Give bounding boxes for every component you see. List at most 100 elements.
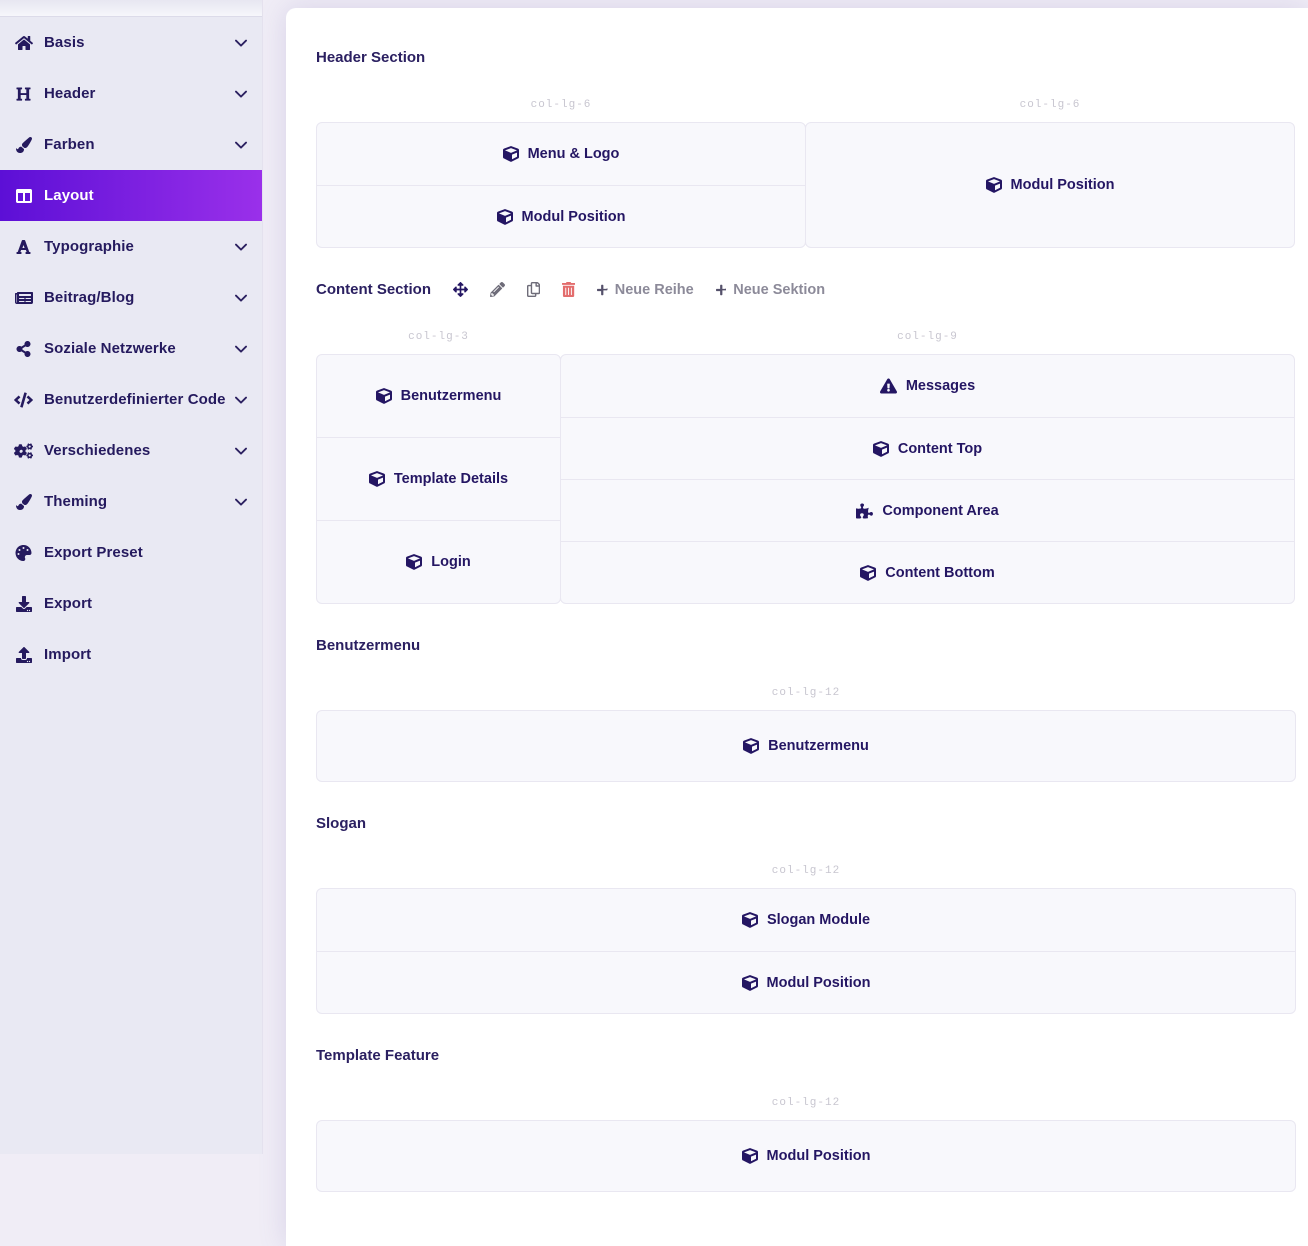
column-box: Modul Position bbox=[316, 1120, 1296, 1192]
layout-row: col-lg-12 Benutzermenu bbox=[316, 687, 1296, 782]
module-label: Messages bbox=[906, 378, 975, 394]
sidebar-item-farben[interactable]: Farben bbox=[0, 119, 262, 170]
section-benutzermenu: Benutzermenu col-lg-12 Benutzermenu bbox=[316, 634, 1296, 782]
column-box: Modul Position bbox=[805, 122, 1295, 248]
module-label: Modul Position bbox=[1011, 177, 1115, 193]
trash-icon[interactable] bbox=[562, 282, 575, 297]
module-cell: Modul Position bbox=[317, 185, 805, 247]
module-label: Modul Position bbox=[522, 209, 626, 225]
layout-column: col-lg-9 Messages Content Top Compone bbox=[560, 331, 1295, 604]
copy-icon[interactable] bbox=[527, 282, 540, 297]
columns-icon bbox=[10, 188, 37, 204]
sidebar-item-import[interactable]: Import bbox=[0, 629, 262, 680]
chevron-down-icon bbox=[234, 495, 248, 509]
module-cell: Benutzermenu bbox=[317, 711, 1295, 781]
module-cell: Modul Position bbox=[317, 1121, 1295, 1191]
cube-icon bbox=[742, 1148, 758, 1164]
module-label: Modul Position bbox=[767, 1148, 871, 1164]
layout-column: col-lg-6 Modul Position bbox=[805, 99, 1295, 248]
module-label: Template Details bbox=[394, 471, 508, 487]
module-cell: Component Area bbox=[561, 479, 1294, 541]
sidebar-item-export[interactable]: Export bbox=[0, 578, 262, 629]
section-slogan: Slogan col-lg-12 Slogan Module Modul Pos… bbox=[316, 812, 1296, 1014]
sidebar-item-export-preset[interactable]: Export Preset bbox=[0, 527, 262, 578]
chevron-down-icon bbox=[234, 393, 248, 407]
column-width-label: col-lg-9 bbox=[560, 331, 1295, 346]
section-template-feature: Template Feature col-lg-12 Modul Positio… bbox=[316, 1044, 1296, 1192]
home-icon bbox=[10, 35, 37, 51]
plus-icon bbox=[597, 284, 608, 296]
column-box: Messages Content Top Component Area bbox=[560, 354, 1295, 604]
puzzle-piece-icon bbox=[856, 503, 873, 519]
module-label: Benutzermenu bbox=[768, 738, 869, 754]
cube-icon bbox=[376, 388, 392, 404]
chevron-down-icon bbox=[234, 138, 248, 152]
add-section-button[interactable]: Neue Sektion bbox=[716, 282, 825, 298]
column-box: Benutzermenu Template Details Login bbox=[316, 354, 561, 604]
module-label: Modul Position bbox=[767, 975, 871, 991]
cube-icon bbox=[503, 146, 519, 162]
module-label: Login bbox=[431, 554, 470, 570]
section-header: Header Section col-lg-6 Menu & Logo Modu… bbox=[316, 46, 1296, 248]
sidebar-item-label: Basis bbox=[44, 34, 85, 51]
chevron-down-icon bbox=[234, 36, 248, 50]
sidebar-item-label: Farben bbox=[44, 136, 95, 153]
sidebar-item-typographie[interactable]: Typographie bbox=[0, 221, 262, 272]
sidebar-item-label: Import bbox=[44, 646, 91, 663]
palette-icon bbox=[10, 545, 37, 561]
column-box: Menu & Logo Modul Position bbox=[316, 122, 806, 248]
column-width-label: col-lg-6 bbox=[805, 99, 1295, 114]
layout-column: col-lg-12 Modul Position bbox=[316, 1097, 1296, 1192]
code-icon bbox=[10, 392, 37, 408]
cube-icon bbox=[873, 441, 889, 457]
module-cell: Login bbox=[317, 520, 560, 603]
module-label: Content Top bbox=[898, 441, 982, 457]
sidebar-item-header[interactable]: Header bbox=[0, 68, 262, 119]
sidebar-item-theming[interactable]: Theming bbox=[0, 476, 262, 527]
chevron-down-icon bbox=[234, 87, 248, 101]
layout-row: col-lg-12 Slogan Module Modul Position bbox=[316, 865, 1296, 1014]
sidebar-item-label: Typographie bbox=[44, 238, 134, 255]
chevron-down-icon bbox=[234, 291, 248, 305]
layout-column: col-lg-6 Menu & Logo Modul Position bbox=[316, 99, 806, 248]
sidebar-item-verschiedenes[interactable]: Verschiedenes bbox=[0, 425, 262, 476]
edit-pencil-icon[interactable] bbox=[490, 282, 505, 297]
cube-icon bbox=[497, 209, 513, 225]
module-cell: Menu & Logo bbox=[317, 123, 805, 185]
section-title: Slogan bbox=[316, 815, 366, 832]
sidebar-item-basis[interactable]: Basis bbox=[0, 17, 262, 68]
layout-row: col-lg-3 Benutzermenu Template Details bbox=[316, 331, 1296, 604]
sidebar-item-layout[interactable]: Layout bbox=[0, 170, 262, 221]
cube-icon bbox=[369, 471, 385, 487]
sidebar-item-beitrag-blog[interactable]: Beitrag/Blog bbox=[0, 272, 262, 323]
sidebar-item-soziale-netzwerke[interactable]: Soziale Netzwerke bbox=[0, 323, 262, 374]
sidebar-top-strip bbox=[0, 0, 262, 17]
add-row-button[interactable]: Neue Reihe bbox=[597, 282, 693, 298]
module-cell: Slogan Module bbox=[317, 889, 1295, 951]
sidebar-item-label: Header bbox=[44, 85, 95, 102]
module-cell: Messages bbox=[561, 355, 1294, 417]
cogs-icon bbox=[10, 443, 37, 459]
sidebar-item-label: Export Preset bbox=[44, 544, 143, 561]
module-cell: Modul Position bbox=[317, 951, 1295, 1013]
sidebar-item-label: Beitrag/Blog bbox=[44, 289, 134, 306]
cube-icon bbox=[406, 554, 422, 570]
newspaper-icon bbox=[10, 290, 37, 306]
layout-row: col-lg-6 Menu & Logo Modul Position col- bbox=[316, 99, 1296, 248]
sidebar-item-benutzerdefinierter-code[interactable]: Benutzerdefinierter Code bbox=[0, 374, 262, 425]
sidebar-item-label: Export bbox=[44, 595, 92, 612]
cube-icon bbox=[742, 975, 758, 991]
section-title: Benutzermenu bbox=[316, 637, 420, 654]
column-box: Benutzermenu bbox=[316, 710, 1296, 782]
layout-column: col-lg-12 Slogan Module Modul Position bbox=[316, 865, 1296, 1014]
column-width-label: col-lg-6 bbox=[316, 99, 806, 114]
chevron-down-icon bbox=[234, 240, 248, 254]
paint-brush-icon bbox=[10, 137, 37, 153]
move-section-icon[interactable] bbox=[453, 282, 468, 297]
chevron-down-icon bbox=[234, 444, 248, 458]
module-cell: Modul Position bbox=[806, 123, 1294, 247]
section-content: Content Section Neue Reihe Neue Sektion … bbox=[316, 278, 1296, 604]
section-title: Content Section bbox=[316, 281, 431, 298]
cube-icon bbox=[986, 177, 1002, 193]
sidebar-item-label: Soziale Netzwerke bbox=[44, 340, 176, 357]
